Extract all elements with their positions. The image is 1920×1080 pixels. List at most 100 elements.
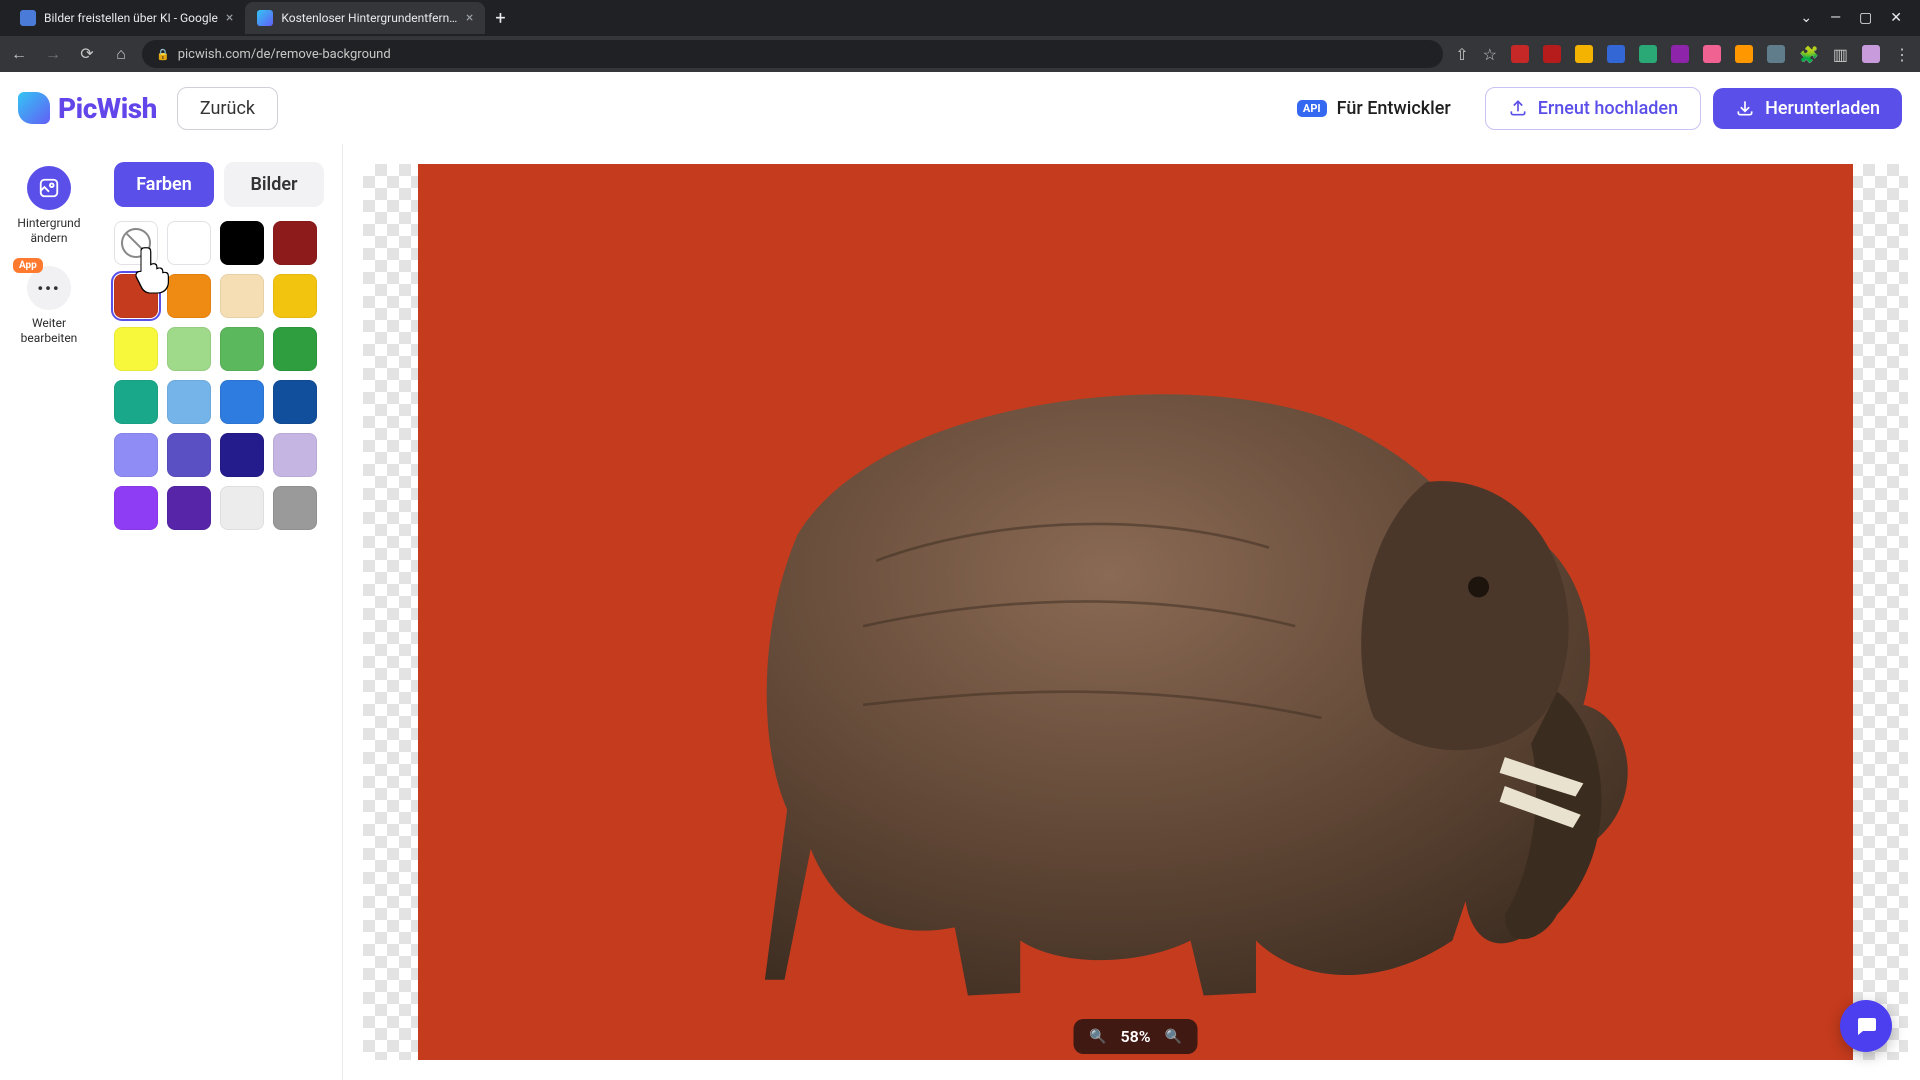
close-icon[interactable]: × [466,10,473,26]
color-swatch[interactable] [167,274,211,318]
share-icon[interactable]: ⇧ [1455,45,1468,63]
more-icon: App ••• [27,266,71,310]
color-swatch[interactable] [220,486,264,530]
color-swatch[interactable] [114,327,158,371]
color-swatch[interactable] [220,327,264,371]
extension-icon[interactable] [1575,45,1593,63]
nav-forward-button[interactable]: → [44,44,62,64]
extension-icon[interactable] [1607,45,1625,63]
extension-icons: ⇧ ☆ 🧩 ▥ ⋮ [1455,45,1910,63]
chevron-down-icon[interactable]: ⌄ [1800,10,1812,26]
download-label: Herunterladen [1765,98,1880,119]
color-swatch[interactable] [167,221,211,265]
image-background [418,164,1853,1060]
minimize-button[interactable]: — [1830,10,1841,26]
extension-icon[interactable] [1767,45,1785,63]
home-button[interactable]: ⌂ [112,44,130,64]
color-swatch[interactable] [114,433,158,477]
browser-tab[interactable]: Kostenloser Hintergrundentferner × [245,2,485,34]
developers-link[interactable]: API Für Entwickler [1275,88,1473,129]
reupload-button[interactable]: Erneut hochladen [1485,87,1701,130]
url-input[interactable]: 🔒 picwish.com/de/remove-background [142,40,1443,68]
color-swatch[interactable] [273,433,317,477]
tab-title: Kostenloser Hintergrundentferner [281,11,458,25]
change-background-icon [27,166,71,210]
close-icon[interactable]: × [226,10,233,26]
rail-label: Hintergrund ändern [17,216,80,246]
color-swatch[interactable] [273,221,317,265]
profile-avatar[interactable] [1862,45,1880,63]
download-icon [1735,98,1755,118]
address-bar: ← → ⟳ ⌂ 🔒 picwish.com/de/remove-backgrou… [0,36,1920,72]
tab-bar: Bilder freistellen über KI - Google × Ko… [0,0,1920,36]
color-swatch[interactable] [220,433,264,477]
color-swatch[interactable] [167,327,211,371]
maximize-button[interactable]: ▢ [1859,10,1872,26]
brand-logo[interactable]: PicWish [18,92,157,125]
color-swatch[interactable] [273,327,317,371]
tab-title: Bilder freistellen über KI - Google [44,11,218,25]
download-button[interactable]: Herunterladen [1713,88,1902,129]
favicon-icon [257,10,273,26]
app-badge: App [13,258,43,273]
color-swatch[interactable] [273,274,317,318]
reload-button[interactable]: ⟳ [78,44,96,64]
zoom-value: 58% [1120,1027,1150,1046]
color-swatch[interactable] [167,486,211,530]
extension-icon[interactable] [1703,45,1721,63]
back-button[interactable]: Zurück [177,87,278,130]
zoom-in-button[interactable]: 🔍 [1165,1029,1182,1045]
color-swatch[interactable] [220,380,264,424]
logo-icon [18,92,50,124]
color-swatch[interactable] [167,380,211,424]
color-swatch[interactable] [273,380,317,424]
developers-label: Für Entwickler [1337,98,1451,119]
window-controls: ⌄ — ▢ ✕ [1800,10,1912,26]
extension-icon[interactable] [1735,45,1753,63]
subject-image [619,325,1710,1006]
zoom-out-button[interactable]: 🔍 [1089,1029,1106,1045]
color-swatch[interactable] [273,486,317,530]
rail-change-background[interactable]: Hintergrund ändern [17,162,80,256]
app-topbar: PicWish Zurück API Für Entwickler Erneut… [0,72,1920,144]
favicon-icon [20,10,36,26]
side-panel-icon[interactable]: ▥ [1833,45,1848,63]
rail-label: Weiter bearbeiten [21,316,78,346]
bookmark-icon[interactable]: ☆ [1483,45,1497,63]
chat-fab[interactable] [1840,1000,1892,1052]
lock-icon: 🔒 [156,48,170,61]
kebab-menu-icon[interactable]: ⋮ [1894,45,1910,63]
tab-images[interactable]: Bilder [224,162,324,207]
reupload-label: Erneut hochladen [1538,98,1678,119]
color-swatch[interactable] [114,486,158,530]
canvas-checkerboard[interactable]: 🔍 58% 🔍 [363,164,1908,1060]
close-window-button[interactable]: ✕ [1890,10,1902,26]
color-swatch[interactable] [114,274,158,318]
color-swatch[interactable] [114,380,158,424]
zoom-control: 🔍 58% 🔍 [1073,1019,1198,1054]
brand-name: PicWish [58,92,157,125]
extension-icon[interactable] [1671,45,1689,63]
panel-tabs: Farben Bilder [114,162,324,207]
color-swatch[interactable] [114,221,158,265]
color-swatch[interactable] [220,221,264,265]
api-badge: API [1297,100,1327,117]
background-panel: Farben Bilder [98,144,342,1080]
extension-icon[interactable] [1511,45,1529,63]
new-tab-button[interactable]: + [485,8,515,29]
extensions-menu-icon[interactable]: 🧩 [1799,45,1819,63]
color-swatch[interactable] [220,274,264,318]
tool-rail: Hintergrund ändern App ••• Weiter bearbe… [0,144,98,1080]
extension-icon[interactable] [1543,45,1561,63]
canvas-area: 🔍 58% 🔍 [342,144,1920,1080]
browser-tab[interactable]: Bilder freistellen über KI - Google × [8,2,245,34]
color-swatches [114,221,324,530]
extension-icon[interactable] [1639,45,1657,63]
rail-more-edit[interactable]: App ••• Weiter bearbeiten [21,262,78,356]
color-swatch[interactable] [167,433,211,477]
tab-colors[interactable]: Farben [114,162,214,207]
chat-icon [1854,1014,1878,1038]
nav-back-button[interactable]: ← [10,44,28,64]
url-text: picwish.com/de/remove-background [178,47,391,62]
upload-icon [1508,98,1528,118]
